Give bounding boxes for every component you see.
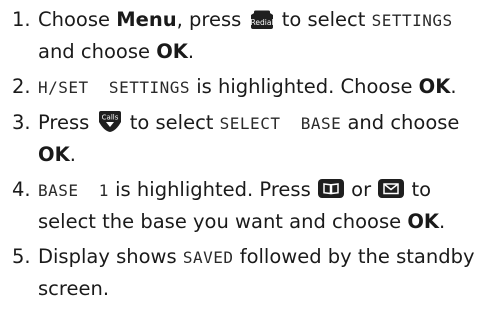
step-number: 1. <box>12 8 31 31</box>
step-text: . <box>69 143 76 166</box>
lcd-text-saved: SAVED <box>182 248 234 267</box>
step-text: Choose <box>38 8 117 31</box>
ok-softkey-label: OK <box>38 143 70 166</box>
ok-softkey-label: OK <box>156 40 188 63</box>
lcd-text-select-base: SELECT BASE <box>219 114 342 133</box>
ok-softkey-label: OK <box>418 75 451 98</box>
step-number: 5. <box>12 245 31 268</box>
instruction-document: 1. Choose Menu, press Redial to select S… <box>0 0 497 316</box>
redial-key-label: Redial <box>250 18 273 27</box>
step-text: and choose <box>341 111 460 134</box>
step-4: 4. BASE 1 is highlighted. Press or to se… <box>12 174 491 237</box>
step-text: Display shows <box>38 245 183 268</box>
step-text: . <box>439 210 446 233</box>
step-text: is highlighted. Press <box>108 178 317 201</box>
step-3: 3. Press Calls to select SELECT BASE and… <box>12 107 491 170</box>
lcd-text-settings: SETTINGS <box>371 11 453 30</box>
calls-key-icon: Calls <box>96 111 124 132</box>
menu-softkey-label: Menu <box>116 8 177 31</box>
step-2: 2. H/SET SETTINGS is highlighted. Choose… <box>12 71 491 103</box>
phonebook-key-icon <box>317 178 345 199</box>
step-5: 5. Display shows SAVED followed by the s… <box>12 241 491 304</box>
step-number: 2. <box>12 75 31 98</box>
ok-softkey-label: OK <box>407 210 440 233</box>
message-key-icon <box>377 178 405 199</box>
step-text: or <box>344 178 378 201</box>
step-text: Press <box>38 111 96 134</box>
step-number: 4. <box>12 178 31 201</box>
step-text: and choose <box>38 40 157 63</box>
lcd-text-hset-settings: H/SET SETTINGS <box>38 78 190 97</box>
steps-list: 1. Choose Menu, press Redial to select S… <box>12 4 491 304</box>
step-text: . <box>450 75 457 98</box>
step-text: is highlighted. Choose <box>190 75 419 98</box>
step-text: , press <box>176 8 248 31</box>
redial-key-icon: Redial <box>248 8 276 29</box>
step-1: 1. Choose Menu, press Redial to select S… <box>12 4 491 67</box>
step-text: to select <box>275 8 372 31</box>
calls-key-label: Calls <box>101 114 118 122</box>
step-text: . <box>187 40 195 63</box>
lcd-text-base-1: BASE 1 <box>38 181 109 200</box>
step-number: 3. <box>12 111 31 134</box>
step-text: to select <box>123 111 220 134</box>
